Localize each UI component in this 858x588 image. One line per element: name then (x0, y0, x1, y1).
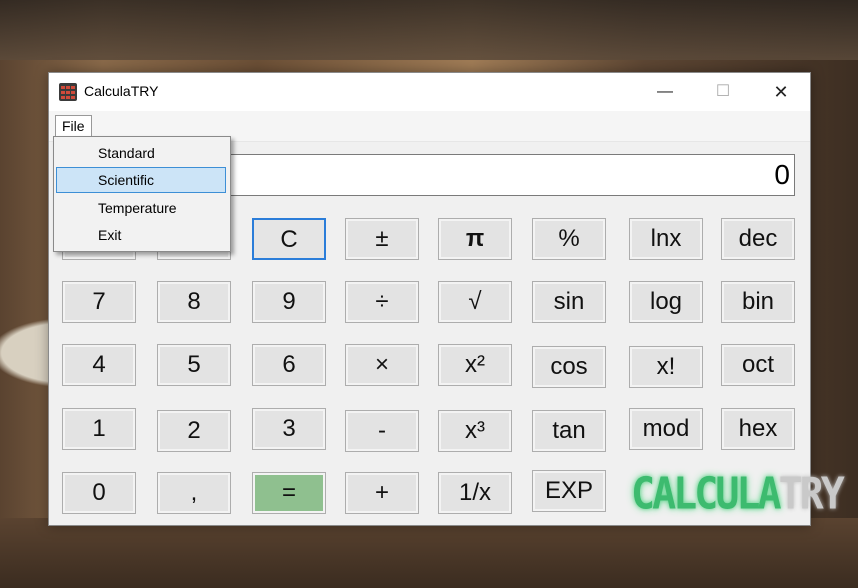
digit-8-button[interactable]: 8 (157, 281, 231, 323)
exp-button[interactable]: EXP (532, 470, 606, 512)
menu-item-exit[interactable]: Exit (56, 222, 226, 248)
cube-button[interactable]: x³ (438, 410, 512, 452)
desktop-background-bottom (0, 518, 858, 588)
comma-button[interactable]: , (157, 472, 231, 514)
minimize-button[interactable]: — (636, 73, 694, 111)
calculatry-logo: CALCULATRY (631, 467, 845, 522)
calculator-icon (59, 83, 77, 101)
logo-part-try: TRY (778, 468, 845, 520)
logo-part-calcula: CALCULA (631, 468, 782, 520)
digit-1-button[interactable]: 1 (62, 408, 136, 450)
ln-button[interactable]: lnx (629, 218, 703, 260)
add-button[interactable]: + (345, 472, 419, 514)
digit-4-button[interactable]: 4 (62, 344, 136, 386)
bin-button[interactable]: bin (721, 281, 795, 323)
clear-button[interactable]: C (252, 218, 326, 260)
hex-button[interactable]: hex (721, 408, 795, 450)
digit-2-button[interactable]: 2 (157, 410, 231, 452)
mod-button[interactable]: mod (629, 408, 703, 450)
window-title: CalculaTRY (84, 83, 159, 99)
cos-button[interactable]: cos (532, 346, 606, 388)
factorial-button[interactable]: x! (629, 346, 703, 388)
menu-item-scientific[interactable]: Scientific (56, 167, 226, 193)
square-button[interactable]: x² (438, 344, 512, 386)
menu-item-temperature[interactable]: Temperature (56, 195, 226, 221)
pi-button[interactable]: π (438, 218, 512, 260)
digit-6-button[interactable]: 6 (252, 344, 326, 386)
percent-button[interactable]: % (532, 218, 606, 260)
digit-7-button[interactable]: 7 (62, 281, 136, 323)
digit-0-button[interactable]: 0 (62, 472, 136, 514)
sin-button[interactable]: sin (532, 281, 606, 323)
title-bar[interactable]: CalculaTRY — ☐ ✕ (49, 73, 810, 111)
reciprocal-button[interactable]: 1/x (438, 472, 512, 514)
close-button[interactable]: ✕ (752, 73, 810, 111)
digit-3-button[interactable]: 3 (252, 408, 326, 450)
equals-button[interactable]: = (252, 472, 326, 514)
dec-button[interactable]: dec (721, 218, 795, 260)
menu-item-standard[interactable]: Standard (56, 140, 226, 166)
plus-minus-button[interactable]: ± (345, 218, 419, 260)
tan-button[interactable]: tan (532, 410, 606, 452)
divide-button[interactable]: ÷ (345, 281, 419, 323)
maximize-button[interactable]: ☐ (694, 73, 752, 111)
multiply-button[interactable]: × (345, 344, 419, 386)
desktop-background-top (0, 0, 858, 60)
digit-5-button[interactable]: 5 (157, 344, 231, 386)
log-button[interactable]: log (629, 281, 703, 323)
digit-9-button[interactable]: 9 (252, 281, 326, 323)
oct-button[interactable]: oct (721, 344, 795, 386)
sqrt-button[interactable]: √ (438, 281, 512, 323)
file-dropdown-menu: Standard Scientific Temperature Exit (53, 136, 231, 252)
subtract-button[interactable]: - (345, 410, 419, 452)
menu-file[interactable]: File (55, 115, 92, 136)
